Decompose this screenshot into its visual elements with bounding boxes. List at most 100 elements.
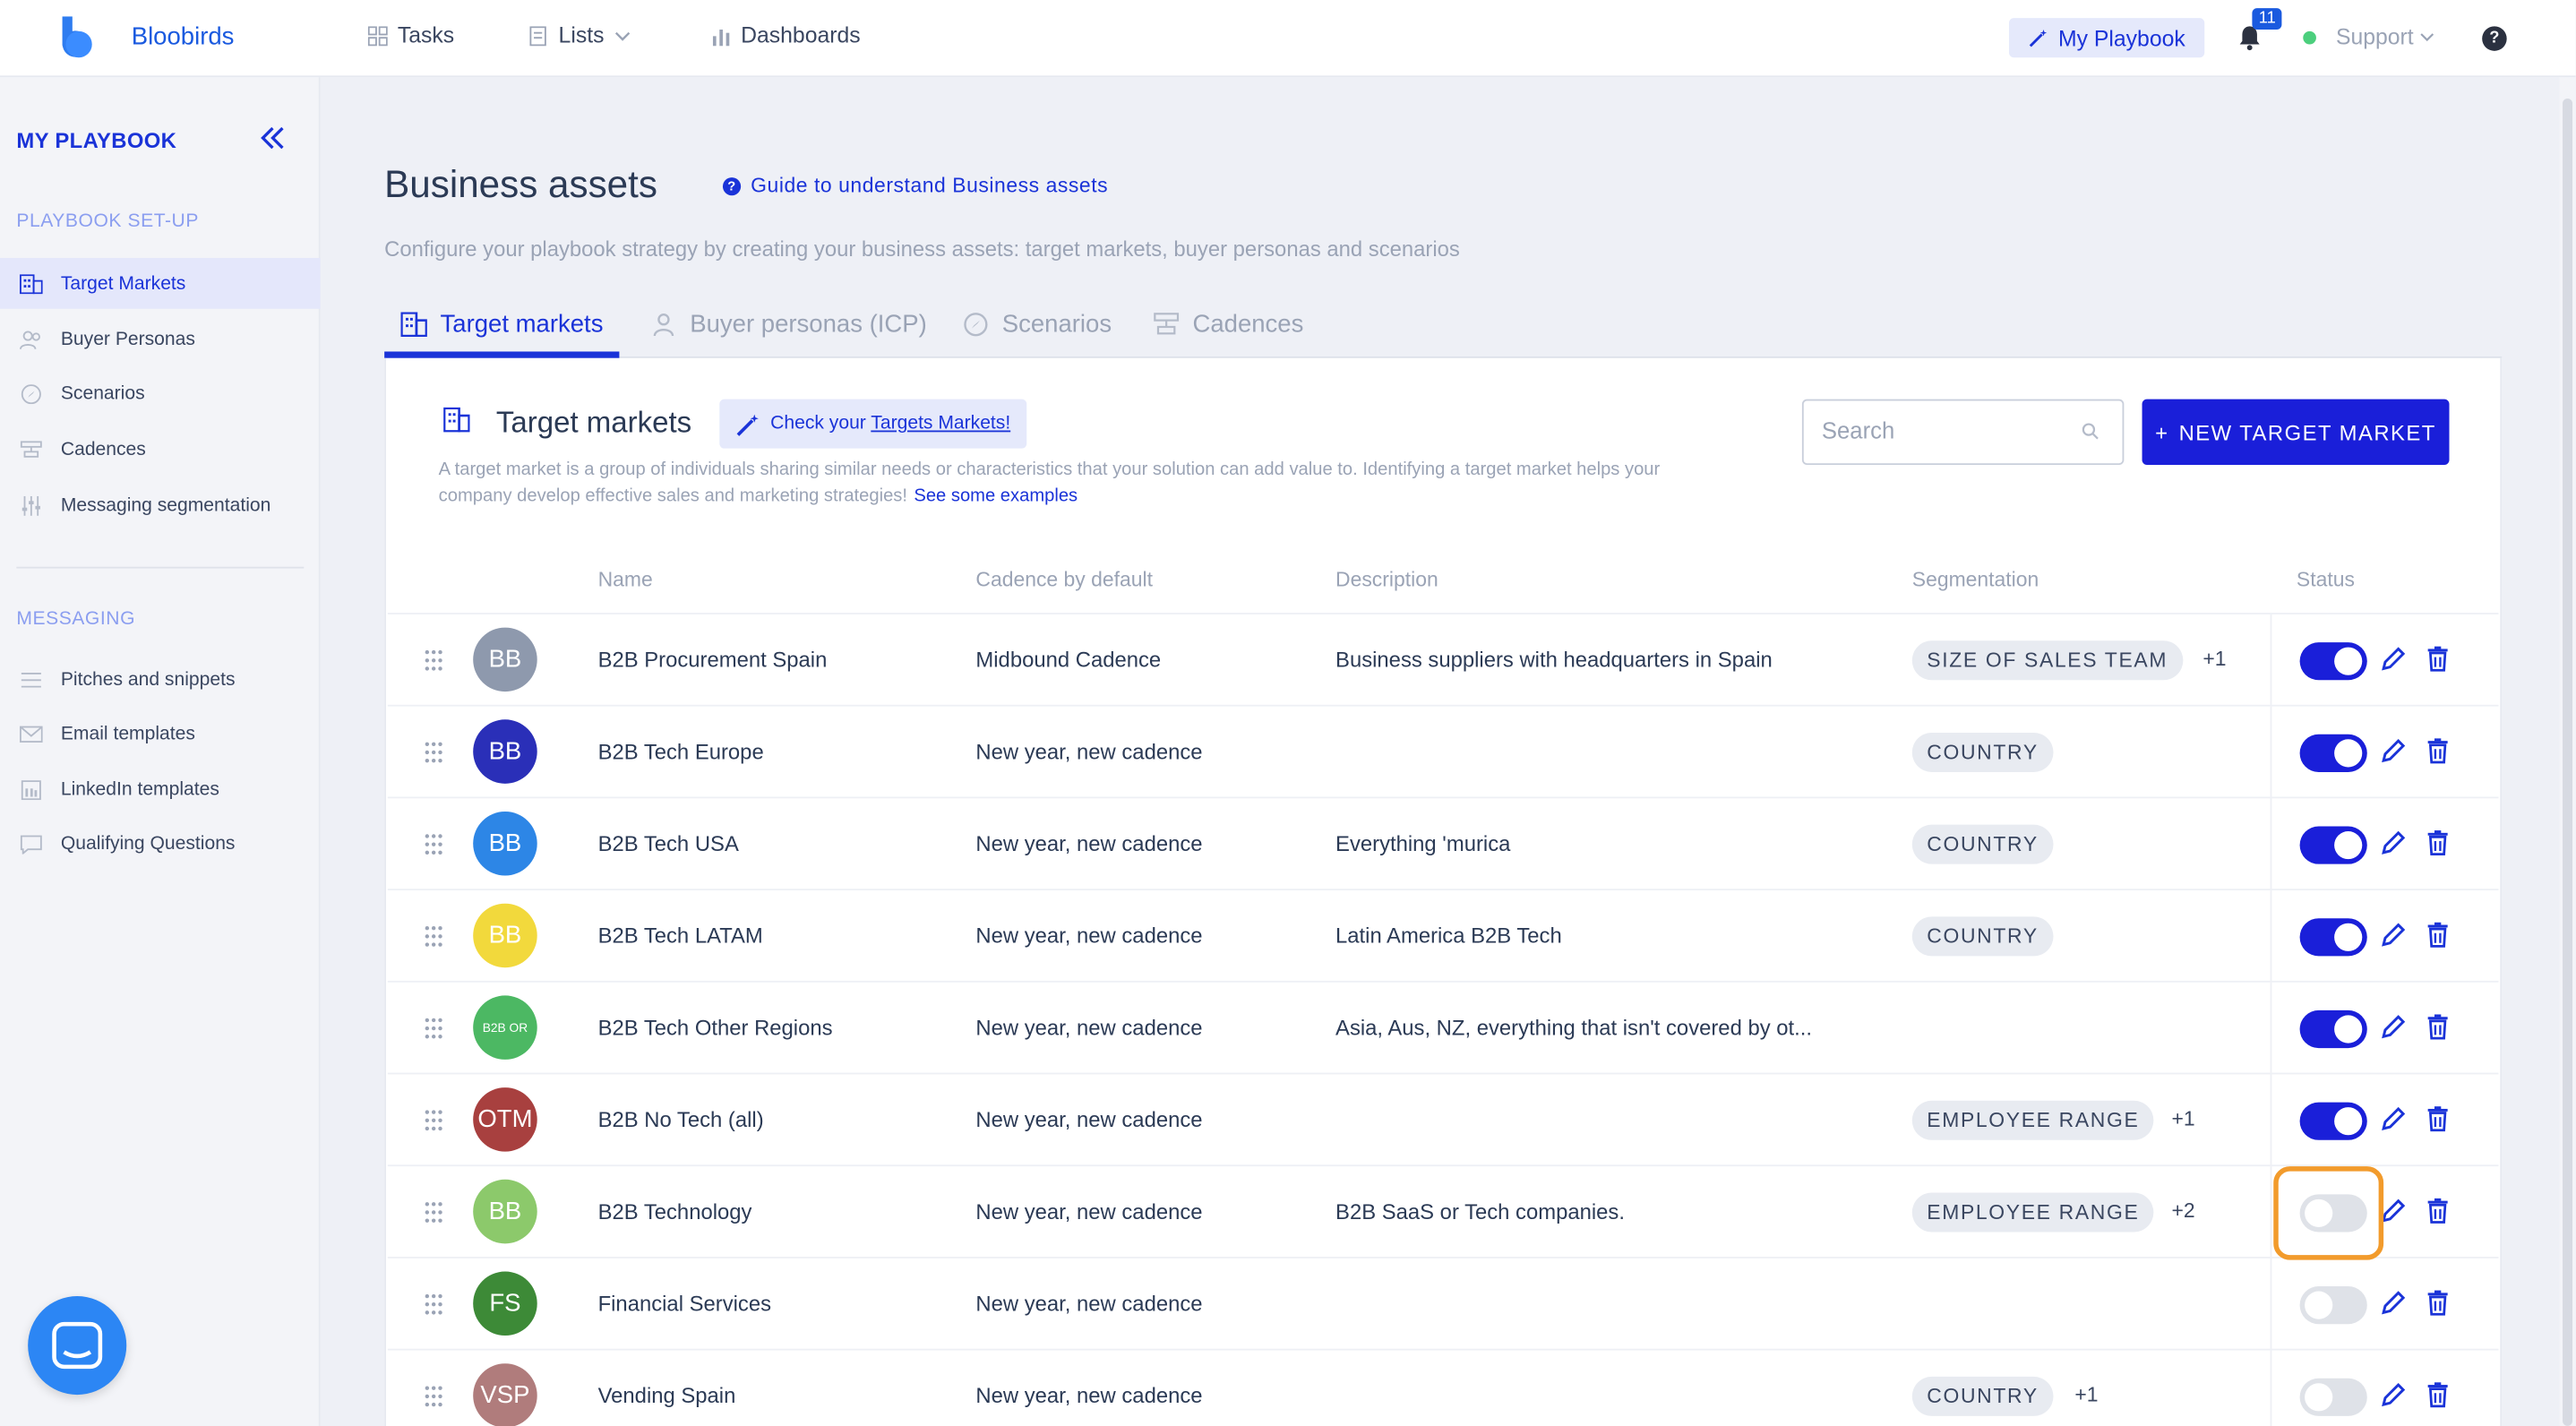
table-row[interactable]: FS Financial Services New year, new cadenc… xyxy=(387,1257,2499,1351)
search-input[interactable] xyxy=(1821,417,2069,444)
table-row[interactable]: BB B2B Tech Europe New year, new cadence CO… xyxy=(387,704,2499,799)
delete-icon[interactable] xyxy=(2426,737,2450,764)
status-toggle[interactable] xyxy=(2299,642,2367,681)
edit-icon[interactable] xyxy=(2380,829,2406,855)
delete-icon[interactable] xyxy=(2426,922,2450,948)
page-scrollbar-thumb[interactable] xyxy=(2563,99,2573,1426)
person-icon xyxy=(653,314,674,337)
drag-handle-icon[interactable] xyxy=(422,925,445,949)
status-toggle[interactable] xyxy=(2299,1378,2367,1416)
edit-icon[interactable] xyxy=(2380,1014,2406,1040)
delete-icon[interactable] xyxy=(2426,829,2450,856)
delete-icon[interactable] xyxy=(2426,646,2450,672)
target-market-name[interactable]: B2B Tech Other Regions xyxy=(598,1015,833,1040)
new-target-market-button[interactable]: + NEW TARGET MARKET xyxy=(2142,399,2450,466)
target-market-name[interactable]: B2B Tech USA xyxy=(598,831,739,856)
sidebar-item-qualifying-questions[interactable]: Qualifying Questions xyxy=(0,818,321,869)
description: B2B SaaS or Tech companies. xyxy=(1335,1198,1625,1224)
collapse-sidebar-icon[interactable] xyxy=(260,125,286,150)
sidebar-item-buyer-personas[interactable]: Buyer Personas xyxy=(0,314,321,365)
edit-icon[interactable] xyxy=(2380,922,2406,948)
segmentation-more-count[interactable]: +2 xyxy=(2172,1199,2195,1223)
status-toggle[interactable] xyxy=(2299,826,2367,864)
drag-handle-icon[interactable] xyxy=(422,1293,445,1316)
drag-handle-icon[interactable] xyxy=(422,1109,445,1132)
description: Asia, Aus, NZ, everything that isn't cov… xyxy=(1335,1015,1813,1040)
chat-icon xyxy=(52,1321,103,1370)
support-label: Support xyxy=(2335,24,2414,50)
target-market-name[interactable]: Financial Services xyxy=(598,1292,771,1317)
nav-tasks[interactable]: Tasks xyxy=(367,23,454,47)
status-toggle[interactable] xyxy=(2299,1009,2367,1049)
guide-link[interactable]: ? Guide to understand Business assets xyxy=(722,174,1108,197)
target-market-name[interactable]: B2B Tech Europe xyxy=(598,739,764,764)
target-market-name[interactable]: B2B Procurement Spain xyxy=(598,648,828,673)
delete-icon[interactable] xyxy=(2426,1014,2450,1040)
support-chat-button[interactable] xyxy=(28,1296,127,1396)
nav-dashboards-label: Dashboards xyxy=(741,22,861,48)
card-title: Target markets xyxy=(495,405,692,439)
tab-buyer-personas[interactable]: Buyer personas (ICP) xyxy=(650,311,927,339)
table-row[interactable]: VSP Vending Spain New year, new cadence COU… xyxy=(387,1348,2499,1426)
table-row[interactable]: BB B2B Procurement Spain Midbound Cadence B… xyxy=(387,613,2499,707)
delete-icon[interactable] xyxy=(2426,1290,2450,1316)
toggle-knob xyxy=(2334,923,2363,951)
edit-icon[interactable] xyxy=(2380,646,2406,672)
my-playbook-button[interactable]: My Playbook xyxy=(2008,18,2205,58)
target-market-name[interactable]: B2B No Tech (all) xyxy=(598,1107,764,1132)
sidebar-item-pitches[interactable]: Pitches and snippets xyxy=(0,654,321,705)
table-row[interactable]: BB B2B Tech USA New year, new cadence Every… xyxy=(387,796,2499,891)
see-examples-link[interactable]: See some examples xyxy=(914,485,1078,505)
check-target-markets-button[interactable]: Check your Targets Markets! xyxy=(719,399,1027,449)
delete-icon[interactable] xyxy=(2426,1381,2450,1408)
tab-scenarios[interactable]: Scenarios xyxy=(963,311,1112,339)
sidebar-item-email-templates[interactable]: Email templates xyxy=(0,708,321,759)
drag-handle-icon[interactable] xyxy=(422,833,445,856)
edit-icon[interactable] xyxy=(2380,1290,2406,1316)
target-market-name[interactable]: B2B Technology xyxy=(598,1199,752,1224)
edit-icon[interactable] xyxy=(2380,1105,2406,1131)
status-toggle[interactable] xyxy=(2299,734,2367,772)
table-row[interactable]: OTM B2B No Tech (all) New year, new cadenc… xyxy=(387,1072,2499,1167)
segmentation-more-count[interactable]: +1 xyxy=(2074,1383,2098,1406)
drag-handle-icon[interactable] xyxy=(422,649,445,672)
edit-icon[interactable] xyxy=(2380,737,2406,763)
help-icon[interactable]: ? xyxy=(2482,26,2507,51)
status-toggle[interactable] xyxy=(2299,1286,2367,1325)
target-market-name[interactable]: B2B Tech LATAM xyxy=(598,923,763,949)
sidebar-item-scenarios[interactable]: Scenarios xyxy=(0,368,321,419)
edit-icon[interactable] xyxy=(2380,1381,2406,1407)
nav-lists[interactable]: Lists xyxy=(529,23,631,47)
brand-name[interactable]: Bloobirds xyxy=(132,23,235,51)
status-toggle[interactable] xyxy=(2299,918,2367,957)
target-market-name[interactable]: Vending Spain xyxy=(598,1383,736,1408)
segmentation-more-count[interactable]: +1 xyxy=(2172,1107,2195,1130)
nav-dashboards[interactable]: Dashboards xyxy=(711,22,861,48)
sidebar-item-target-markets[interactable]: Target Markets xyxy=(0,257,321,309)
segmentation-more-count[interactable]: +1 xyxy=(2202,648,2226,671)
drag-handle-icon[interactable] xyxy=(422,1201,445,1224)
check-link[interactable]: Targets Markets! xyxy=(871,414,1010,434)
drag-handle-icon[interactable] xyxy=(422,1017,445,1040)
table-row[interactable]: BB B2B Technology New year, new cadence B2B… xyxy=(387,1164,2499,1258)
tab-cadences[interactable]: Cadences xyxy=(1153,311,1303,339)
sidebar-item-linkedin-templates[interactable]: LinkedIn templates xyxy=(0,764,321,815)
delete-icon[interactable] xyxy=(2426,1105,2450,1132)
building-icon xyxy=(443,407,470,433)
bloobirds-logo[interactable] xyxy=(59,16,95,59)
status-toggle[interactable] xyxy=(2299,1102,2367,1140)
sidebar-item-messaging-segmentation[interactable]: Messaging segmentation xyxy=(0,480,321,531)
delete-icon[interactable] xyxy=(2426,1198,2450,1224)
drag-handle-icon[interactable] xyxy=(422,1385,445,1408)
table-row[interactable]: BB B2B Tech LATAM New year, new cadence Lat… xyxy=(387,889,2499,983)
search-box[interactable] xyxy=(1801,399,2125,466)
sidebar-item-cadences[interactable]: Cadences xyxy=(0,424,321,475)
cadence-by-default: New year, new cadence xyxy=(975,923,1203,949)
support-dropdown[interactable]: Support xyxy=(2335,24,2435,50)
toggle-knob xyxy=(2334,1107,2363,1136)
tab-target-markets[interactable]: Target markets xyxy=(400,311,603,339)
edit-icon[interactable] xyxy=(2380,1198,2406,1224)
sidebar-item-label: Pitches and snippets xyxy=(60,669,236,690)
table-row[interactable]: B2B OR B2B Tech Other Regions New year, ne… xyxy=(387,980,2499,1075)
drag-handle-icon[interactable] xyxy=(422,741,445,764)
